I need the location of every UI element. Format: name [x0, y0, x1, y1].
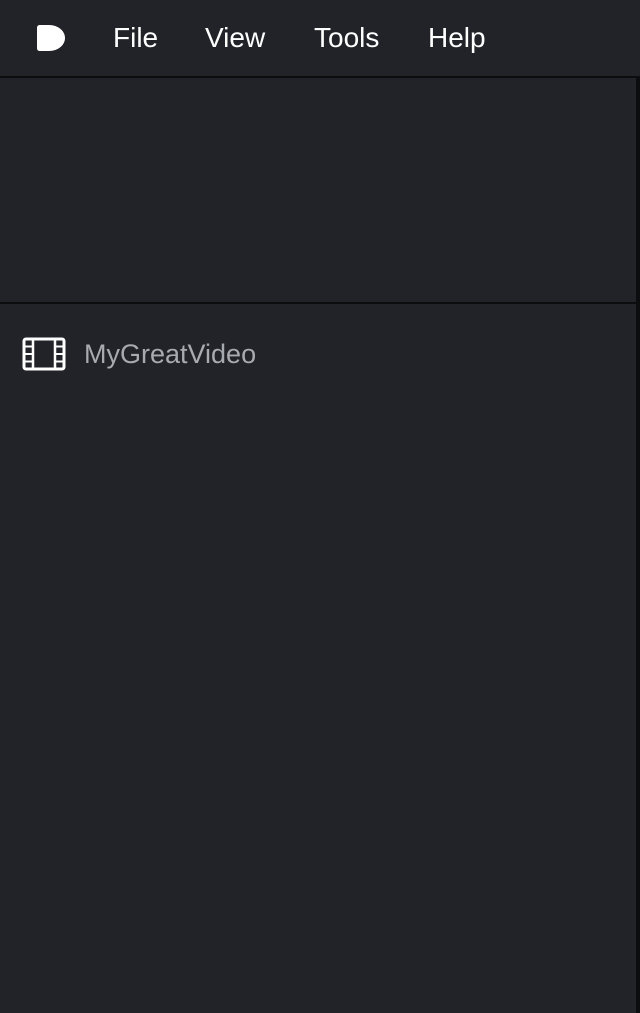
project-pane: MyGreatVideo	[0, 304, 636, 1013]
app-logo-icon[interactable]	[36, 24, 66, 52]
film-icon	[22, 337, 66, 371]
project-item-mygreatvideo[interactable]: MyGreatVideo	[22, 334, 256, 374]
app-window: File View Tools Help MyGreatVideo	[0, 0, 640, 1013]
menu-bar: File View Tools Help	[0, 0, 640, 78]
menu-help[interactable]: Help	[428, 18, 486, 58]
menu-file[interactable]: File	[113, 18, 158, 58]
menu-view[interactable]: View	[205, 18, 265, 58]
menu-tools[interactable]: Tools	[314, 18, 379, 58]
pane-edge-divider	[636, 78, 640, 1013]
project-item-label: MyGreatVideo	[84, 338, 257, 369]
preview-pane	[0, 78, 636, 304]
